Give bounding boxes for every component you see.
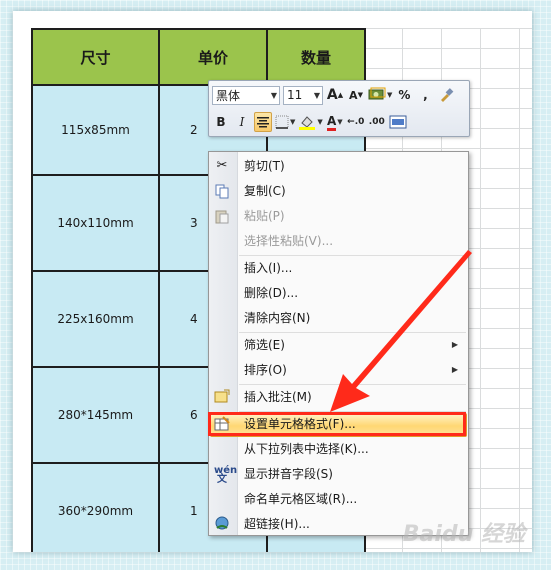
watermark: Baidu 经验 (402, 522, 525, 547)
annotation-arrow (330, 250, 472, 412)
red-arrow-icon (330, 250, 472, 412)
